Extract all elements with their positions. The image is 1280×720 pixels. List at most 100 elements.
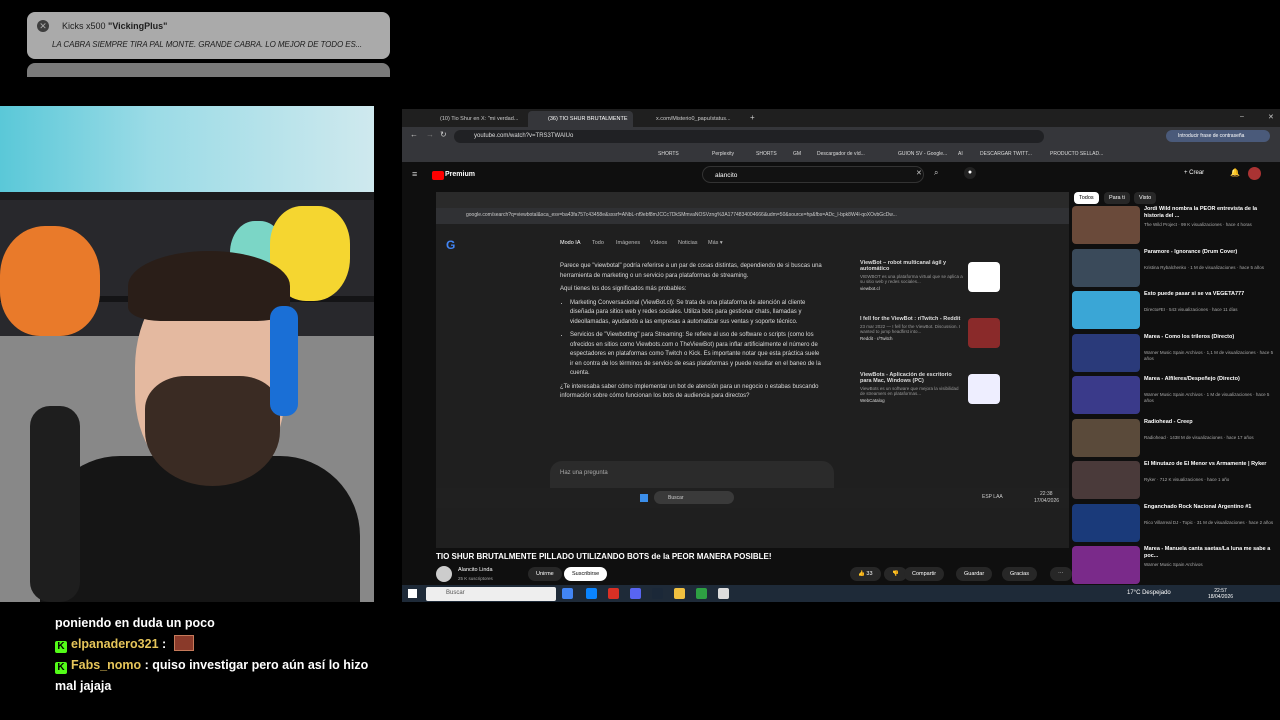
- ai-intro: Parece que "viewbotal" podría referirse …: [560, 263, 822, 279]
- browser-tab[interactable]: (10) Tio Shur en X: "mi verdad...: [420, 111, 525, 127]
- channel-name[interactable]: Alancito Linda: [458, 567, 493, 573]
- recommendation-title[interactable]: Radiohead - Creep: [1144, 419, 1274, 426]
- video-player[interactable]: google.com/search?q=viewbotal&sca_esv=ba…: [436, 192, 1069, 548]
- clear-search-icon[interactable]: ✕: [916, 169, 922, 177]
- browser-tab[interactable]: x.com/Misterio0_papu/status...: [636, 111, 746, 127]
- save-button[interactable]: Guardar: [956, 567, 993, 581]
- youtube-logo-icon[interactable]: [432, 171, 444, 180]
- recommendation-thumbnail[interactable]: [1072, 291, 1140, 329]
- chat-username[interactable]: elpanadero321: [71, 637, 159, 651]
- app-icon[interactable]: [696, 588, 707, 599]
- recommendation-thumbnail[interactable]: [1072, 333, 1140, 372]
- recommendation-item[interactable]: Paramore - Ignorance (Drum Cover) Kristin…: [1072, 248, 1280, 291]
- address-bar[interactable]: youtube.com/watch?v=TRS3TWAIUo: [454, 130, 1044, 143]
- nav-images: Imágenes: [616, 240, 641, 246]
- taskbar-search[interactable]: Buscar: [426, 587, 556, 601]
- ai-question: ¿Te interesaba saber cómo implementar un…: [560, 383, 819, 400]
- recommendation-title[interactable]: Paramore - Ignorance (Drum Cover): [1144, 249, 1274, 256]
- windows-start-icon[interactable]: [408, 589, 417, 598]
- clock: 22:57 18/04/2026: [1208, 588, 1234, 600]
- bookmark[interactable]: Perplexity: [712, 151, 734, 157]
- recommendation-item[interactable]: Enganchado Rock Nacional Argentino #1 Ric…: [1072, 503, 1280, 546]
- recommendation-thumbnail[interactable]: [1072, 418, 1140, 457]
- avatar[interactable]: [1248, 167, 1261, 180]
- recommendation-thumbnail[interactable]: [1072, 546, 1140, 584]
- inner-tab-bar: [436, 192, 1069, 208]
- search-icon[interactable]: ⌕: [934, 168, 938, 178]
- create-button[interactable]: + Crear: [1184, 170, 1204, 176]
- nav-more: Más ▾: [708, 240, 723, 246]
- chat-message: poniendo en duda un poco: [55, 616, 215, 630]
- notion-icon[interactable]: [718, 588, 729, 599]
- recommendation-thumbnail[interactable]: [1072, 503, 1140, 542]
- like-button[interactable]: 👍 33: [850, 567, 881, 581]
- new-tab-icon[interactable]: +: [750, 113, 755, 122]
- mic-icon[interactable]: ●: [964, 167, 976, 179]
- recommendation-thumbnail[interactable]: [1072, 461, 1140, 499]
- recommendation-item[interactable]: Radiohead - Creep Radiohead · 1438 M de v…: [1072, 418, 1280, 461]
- recommendation-title[interactable]: Enganchado Rock Nacional Argentino #1: [1144, 504, 1274, 511]
- inner-taskbar-search: Buscar: [654, 491, 734, 504]
- bookmark[interactable]: AI: [958, 151, 963, 157]
- recommendation-title[interactable]: Marea - Alfileres/Despeñejo (Directo): [1144, 376, 1274, 383]
- browser-tab-active[interactable]: (36) TIO SHUR BRUTALMENTE: [528, 111, 633, 127]
- back-icon[interactable]: ←: [410, 130, 418, 139]
- recommendation-title[interactable]: Esto puede pasar si se va VEGETA777: [1144, 291, 1274, 298]
- folder-icon[interactable]: [674, 588, 685, 599]
- youtube-brand[interactable]: Premium: [445, 171, 475, 178]
- recommendation-item[interactable]: El Minutazo de El Menor vs Armamente | R…: [1072, 461, 1280, 503]
- join-button[interactable]: Unirme: [528, 567, 562, 581]
- bookmark[interactable]: GM: [793, 151, 801, 157]
- chip-for-you[interactable]: Para ti: [1104, 192, 1130, 204]
- chip-watched[interactable]: Visto: [1134, 192, 1157, 204]
- ai-meanings-title: Aquí tienes los dos significados más pro…: [560, 286, 687, 292]
- kick-alert: ✕ Kicks x500 "VickingPlus" LA CABRA SIEM…: [27, 12, 390, 59]
- recommendation-item[interactable]: Marea - Manuela canta saetas/La luna me …: [1072, 546, 1280, 588]
- recommendation-item[interactable]: Esto puede pasar si se va VEGETA777 Direc…: [1072, 291, 1280, 333]
- recommendation-title[interactable]: Marea - Manuela canta saetas/La luna me …: [1144, 546, 1274, 560]
- channel-avatar[interactable]: [436, 566, 452, 582]
- subscribe-button[interactable]: Suscribirse: [564, 567, 608, 581]
- recommendation-title[interactable]: Jordi Wild nombra la PEOR entrevista de …: [1144, 206, 1274, 220]
- recommendation-thumbnail[interactable]: [1072, 206, 1140, 244]
- recommendation-title[interactable]: Marea - Como los trileros (Directo): [1144, 334, 1274, 341]
- chat-message: Kelpanadero321 :: [55, 634, 375, 655]
- recommendation-thumbnail[interactable]: [1072, 376, 1140, 414]
- close-icon[interactable]: ✕: [37, 20, 49, 32]
- bookmark[interactable]: DESCARGAR TWITT...: [980, 151, 1032, 157]
- bookmark[interactable]: SHORTS: [756, 151, 777, 157]
- recommendation-thumbnail[interactable]: [1072, 248, 1140, 287]
- recommendation-item[interactable]: Marea - Como los trileros (Directo) Warne…: [1072, 333, 1280, 376]
- steam-icon[interactable]: [652, 588, 663, 599]
- chrome-icon[interactable]: [562, 588, 573, 599]
- chat-username[interactable]: Fabs_nomo: [71, 658, 141, 672]
- minimize-icon[interactable]: –: [1240, 113, 1244, 120]
- chrome-icon[interactable]: [608, 588, 619, 599]
- recommendation-item[interactable]: Marea - Alfileres/Despeñejo (Directo) War…: [1072, 376, 1280, 418]
- google-ai-mode-page: G Modo IA Todo Imágenes Vídeos Noticias …: [436, 224, 1069, 524]
- recommendation-title[interactable]: El Minutazo de El Menor vs Armamente | R…: [1144, 461, 1274, 468]
- inner-time: 22:38: [1040, 491, 1053, 497]
- thanks-button[interactable]: Gracias: [1002, 567, 1037, 581]
- bookmark[interactable]: PRODUCTO SELLAD...: [1050, 151, 1103, 157]
- edge-icon[interactable]: [586, 588, 597, 599]
- bookmark[interactable]: Descargador de víd...: [817, 151, 865, 157]
- bookmark[interactable]: GUION SV - Google...: [898, 151, 947, 157]
- close-window-icon[interactable]: ✕: [1268, 113, 1274, 121]
- chip-all[interactable]: Todos: [1074, 192, 1099, 204]
- share-button[interactable]: Compartir: [904, 567, 945, 581]
- discord-icon[interactable]: [630, 588, 641, 599]
- more-icon[interactable]: ⋯: [1050, 567, 1072, 581]
- search-input[interactable]: alancito: [702, 166, 924, 183]
- profile-password-button[interactable]: Introducir frase de contraseña: [1166, 130, 1270, 142]
- recommendation-item[interactable]: Jordi Wild nombra la PEOR entrevista de …: [1072, 206, 1280, 248]
- reload-icon[interactable]: ↻: [440, 130, 447, 139]
- card-desc: ViewBots es un software que mejora la vi…: [860, 386, 959, 396]
- video-title: TIO SHUR BRUTALMENTE PILLADO UTILIZANDO …: [436, 552, 772, 561]
- bookmark[interactable]: SHORTS: [658, 151, 679, 157]
- ai-bullet: Marketing Conversacional (ViewBot.cl): S…: [570, 299, 822, 328]
- card-title: I fell for the ViewBot : r/Twitch - Redd…: [860, 316, 961, 322]
- forward-icon[interactable]: →: [426, 130, 434, 139]
- bell-icon[interactable]: 🔔: [1230, 168, 1240, 177]
- menu-icon[interactable]: ≡: [412, 169, 417, 179]
